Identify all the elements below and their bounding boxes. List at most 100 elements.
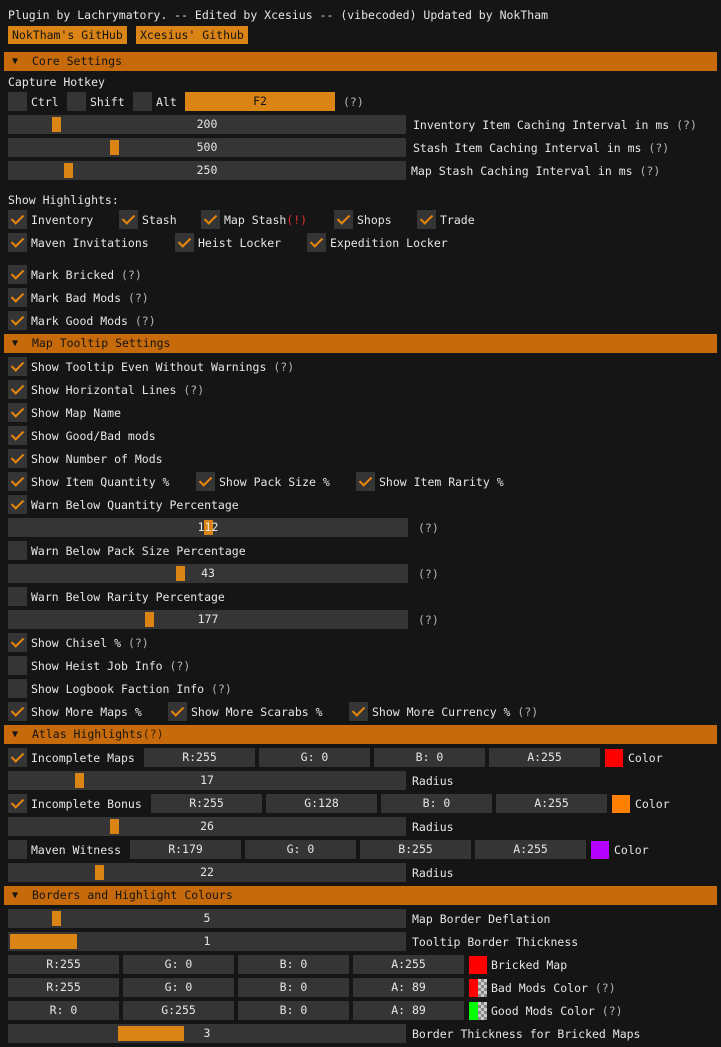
green-channel-field[interactable]: G: 0 xyxy=(123,955,234,974)
show-more-scarabs-checkbox[interactable] xyxy=(168,702,187,721)
blue-channel-field[interactable]: B: 0 xyxy=(381,794,492,813)
alpha-channel-field[interactable]: A:255 xyxy=(496,794,607,813)
expedition-locker-checkbox[interactable] xyxy=(307,233,326,252)
red-channel-field[interactable]: R:255 xyxy=(144,748,255,767)
bricked-map-color-swatch[interactable] xyxy=(469,956,487,974)
show-number-of-mods-checkbox[interactable] xyxy=(8,449,27,468)
hotkey-button[interactable]: F2 xyxy=(185,92,335,111)
show-more-currency-checkbox[interactable] xyxy=(349,702,368,721)
help-marker[interactable]: (?) xyxy=(602,1004,623,1018)
mark-bad-mods-checkbox[interactable] xyxy=(8,288,27,307)
red-channel-field[interactable]: R:255 xyxy=(8,978,119,997)
show-more-maps-checkbox[interactable] xyxy=(8,702,27,721)
alpha-channel-field[interactable]: A:255 xyxy=(489,748,600,767)
incomplete-maps-checkbox[interactable] xyxy=(8,748,27,767)
help-marker[interactable]: (?) xyxy=(183,383,204,397)
shops-checkbox[interactable] xyxy=(334,210,353,229)
rarity-threshold-slider[interactable]: 177 xyxy=(8,610,408,629)
alpha-channel-field[interactable]: A:255 xyxy=(475,840,586,859)
help-marker[interactable]: (?) xyxy=(418,612,439,628)
bricked-border-thickness-slider[interactable]: 3 xyxy=(8,1024,406,1043)
pack-size-threshold-slider[interactable]: 43 xyxy=(8,564,408,583)
help-marker[interactable]: (?) xyxy=(418,566,439,582)
help-marker[interactable]: (?) xyxy=(121,268,142,282)
show-map-name-checkbox[interactable] xyxy=(8,403,27,422)
incomplete-bonus-checkbox[interactable] xyxy=(8,794,27,813)
warn-quantity-checkbox[interactable] xyxy=(8,495,27,514)
maven-invitations-checkbox[interactable] xyxy=(8,233,27,252)
show-good-bad-mods-checkbox[interactable] xyxy=(8,426,27,445)
incomplete-maps-radius-slider[interactable]: 17 xyxy=(8,771,406,790)
show-item-quantity-checkbox[interactable] xyxy=(8,472,27,491)
inventory-checkbox[interactable] xyxy=(8,210,27,229)
warn-rarity-checkbox[interactable] xyxy=(8,587,27,606)
green-channel-field[interactable]: G:128 xyxy=(266,794,377,813)
section-borders-and-colours[interactable]: ▼ Borders and Highlight Colours xyxy=(4,886,717,905)
color-swatch[interactable] xyxy=(605,749,623,767)
show-pack-size-checkbox[interactable] xyxy=(196,472,215,491)
help-marker[interactable]: (?) xyxy=(273,360,294,374)
mark-bricked-checkbox[interactable] xyxy=(8,265,27,284)
red-channel-field[interactable]: R: 0 xyxy=(8,1001,119,1020)
show-item-rarity-checkbox[interactable] xyxy=(356,472,375,491)
good-mods-color-swatch[interactable] xyxy=(469,1002,487,1020)
color-swatch[interactable] xyxy=(591,841,609,859)
red-channel-field[interactable]: R:179 xyxy=(130,840,241,859)
alt-checkbox[interactable] xyxy=(133,92,152,111)
blue-channel-field[interactable]: B: 0 xyxy=(238,955,349,974)
blue-channel-field[interactable]: B:255 xyxy=(360,840,471,859)
green-channel-field[interactable]: G: 0 xyxy=(245,840,356,859)
nokthams-github-button[interactable]: NokTham's GitHub xyxy=(8,26,127,44)
show-chisel-checkbox[interactable] xyxy=(8,633,27,652)
help-marker[interactable]: (?) xyxy=(648,141,669,155)
trade-checkbox[interactable] xyxy=(417,210,436,229)
red-channel-field[interactable]: R:255 xyxy=(151,794,262,813)
blue-channel-field[interactable]: B: 0 xyxy=(374,748,485,767)
mark-good-mods-checkbox[interactable] xyxy=(8,311,27,330)
help-marker[interactable]: (?) xyxy=(676,118,697,132)
show-horizontal-lines-checkbox[interactable] xyxy=(8,380,27,399)
help-marker[interactable]: (?) xyxy=(595,981,616,995)
inventory-caching-slider[interactable]: 200 xyxy=(8,115,406,134)
map-stash-caching-slider[interactable]: 250 xyxy=(8,161,406,180)
color-swatch[interactable] xyxy=(612,795,630,813)
blue-channel-field[interactable]: B: 0 xyxy=(238,978,349,997)
show-heist-job-info-checkbox[interactable] xyxy=(8,656,27,675)
maven-witness-radius-slider[interactable]: 22 xyxy=(8,863,406,882)
maven-witness-checkbox[interactable] xyxy=(8,840,27,859)
green-channel-field[interactable]: G: 0 xyxy=(123,978,234,997)
stash-checkbox[interactable] xyxy=(119,210,138,229)
section-core-settings[interactable]: ▼ Core Settings xyxy=(4,52,717,71)
warning-marker[interactable]: (!) xyxy=(286,213,307,227)
tooltip-border-thickness-slider[interactable]: 1 xyxy=(8,932,406,951)
incomplete-bonus-radius-slider[interactable]: 26 xyxy=(8,817,406,836)
quantity-threshold-slider[interactable]: 112 xyxy=(8,518,408,537)
xcesius-github-button[interactable]: Xcesius' Github xyxy=(136,26,248,44)
show-tooltip-without-warnings-checkbox[interactable] xyxy=(8,357,27,376)
warn-pack-size-checkbox[interactable] xyxy=(8,541,27,560)
section-atlas-highlights[interactable]: ▼ Atlas Highlights(?) xyxy=(4,725,717,744)
blue-channel-field[interactable]: B: 0 xyxy=(238,1001,349,1020)
green-channel-field[interactable]: G: 0 xyxy=(259,748,370,767)
help-marker[interactable]: (?) xyxy=(517,705,538,719)
help-marker[interactable]: (?) xyxy=(211,682,232,696)
help-marker[interactable]: (?) xyxy=(170,659,191,673)
help-marker[interactable]: (?) xyxy=(640,164,661,178)
red-channel-field[interactable]: R:255 xyxy=(8,955,119,974)
green-channel-field[interactable]: G:255 xyxy=(123,1001,234,1020)
heist-locker-checkbox[interactable] xyxy=(175,233,194,252)
help-marker[interactable]: (?) xyxy=(128,636,149,650)
help-marker[interactable]: (?) xyxy=(418,520,439,536)
stash-caching-slider[interactable]: 500 xyxy=(8,138,406,157)
alpha-channel-field[interactable]: A: 89 xyxy=(353,1001,464,1020)
alpha-channel-field[interactable]: A: 89 xyxy=(353,978,464,997)
ctrl-checkbox[interactable] xyxy=(8,92,27,111)
help-marker[interactable]: (?) xyxy=(343,94,364,110)
map-border-deflation-slider[interactable]: 5 xyxy=(8,909,406,928)
map-stash-checkbox[interactable] xyxy=(201,210,220,229)
section-map-tooltip-settings[interactable]: ▼ Map Tooltip Settings xyxy=(4,334,717,353)
help-marker[interactable]: (?) xyxy=(135,314,156,328)
help-marker[interactable]: (?) xyxy=(143,727,164,741)
bad-mods-color-swatch[interactable] xyxy=(469,979,487,997)
shift-checkbox[interactable] xyxy=(67,92,86,111)
